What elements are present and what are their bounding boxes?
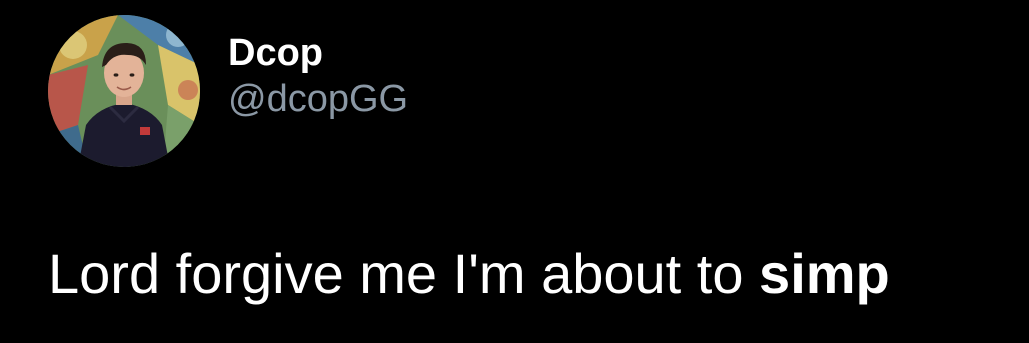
- tweet-card: Dcop @dcopGG Lord forgive me I'm about t…: [0, 0, 1029, 343]
- user-handle[interactable]: @dcopGG: [228, 75, 408, 123]
- user-names: Dcop @dcopGG: [228, 31, 408, 123]
- tweet-text-bold: simp: [759, 242, 890, 305]
- tweet-text: Lord forgive me I'm about to simp: [48, 238, 890, 310]
- avatar-image: [48, 15, 200, 167]
- tweet-header: Dcop @dcopGG: [48, 13, 408, 169]
- display-name[interactable]: Dcop: [228, 31, 408, 75]
- avatar[interactable]: [48, 15, 200, 167]
- tweet-text-regular: Lord forgive me I'm about to: [48, 242, 760, 305]
